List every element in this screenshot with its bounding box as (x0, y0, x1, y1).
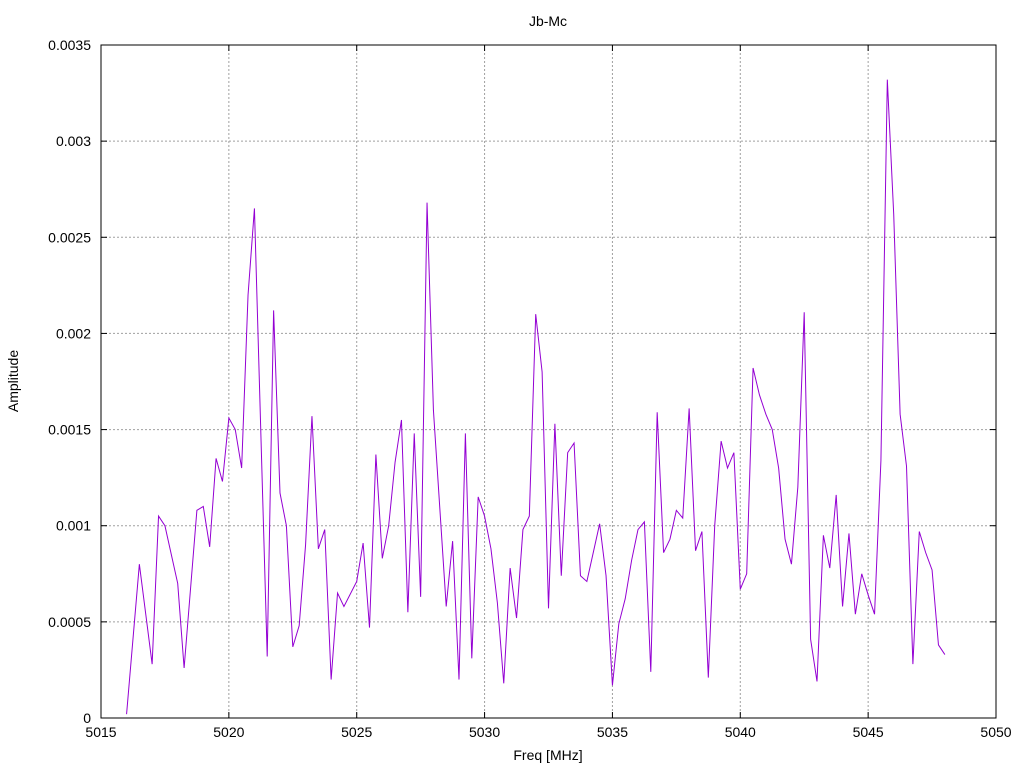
y-tick-label: 0 (83, 710, 91, 726)
y-tick-label: 0.0015 (48, 422, 91, 438)
x-axis-label: Freq [MHz] (513, 747, 582, 763)
y-tick-labels: 0 0.0005 0.001 0.0015 0.002 0.0025 0.003 0.0035 (48, 37, 91, 726)
x-tick-label: 5045 (853, 724, 884, 740)
tick-marks (100, 44, 997, 719)
y-tick-label: 0.0035 (48, 37, 91, 53)
y-tick-label: 0.0025 (48, 229, 91, 245)
x-tick-label: 5025 (341, 724, 372, 740)
x-tick-label: 5040 (725, 724, 756, 740)
grid-lines (101, 45, 996, 718)
line-chart: Jb-Mc 5015 5020 5025 5030 5035 5040 5045 5050 0… (5, 13, 1012, 763)
y-axis-label: Amplitude (5, 350, 21, 412)
y-tick-label: 0.001 (56, 518, 91, 534)
series-line (126, 79, 946, 715)
series-layer (126, 79, 946, 715)
x-tick-label: 5015 (85, 724, 116, 740)
y-tick-label: 0.003 (56, 133, 91, 149)
x-tick-label: 5035 (597, 724, 628, 740)
x-tick-labels: 5015 5020 5025 5030 5035 5040 5045 5050 (85, 724, 1011, 740)
x-tick-label: 5050 (980, 724, 1011, 740)
x-tick-label: 5030 (469, 724, 500, 740)
plot-frame (100, 44, 997, 719)
chart-title: Jb-Mc (529, 13, 567, 29)
y-tick-label: 0.002 (56, 325, 91, 341)
y-tick-label: 0.0005 (48, 614, 91, 630)
x-tick-label: 5020 (213, 724, 244, 740)
